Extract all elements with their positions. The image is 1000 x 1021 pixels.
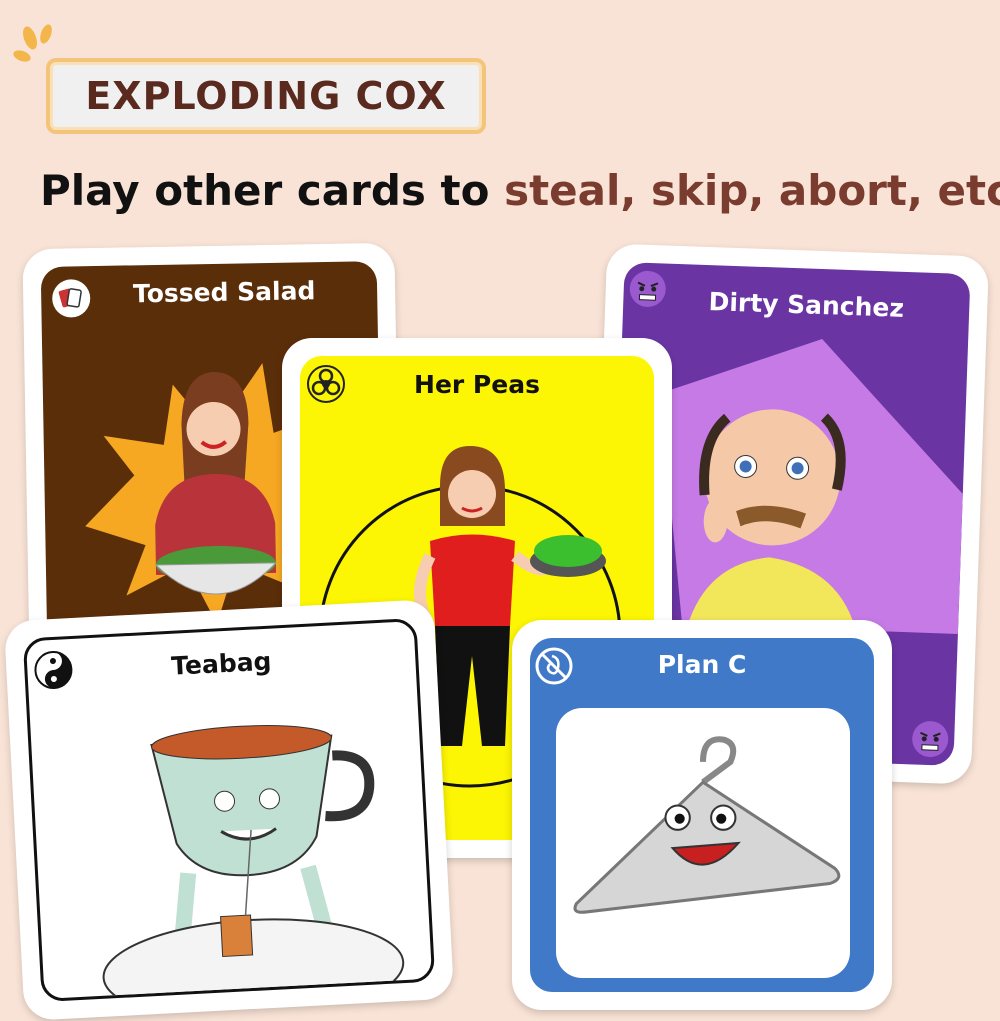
page-headline: Play other cards to steal, skip, abort, … [40, 166, 1000, 215]
card-plan-c: Plan C [512, 620, 892, 1010]
brand-title: EXPLODING COX [85, 74, 447, 118]
teabag-illustration [102, 725, 405, 1003]
card-teabag: Teabag [3, 599, 455, 1021]
card-face: Teabag [22, 617, 436, 1003]
card-title: Teabag [170, 646, 273, 681]
headline-accent: steal, skip, abort, etc. [504, 166, 1000, 215]
card-title: Tossed Salad [132, 276, 316, 309]
card-inner-panel [556, 708, 850, 978]
headline-prefix: Play other cards to [40, 166, 505, 215]
brand-banner: EXPLODING COX [46, 58, 486, 134]
card-title: Plan C [657, 650, 747, 679]
card-title: Dirty Sanchez [708, 287, 905, 323]
card-title: Her Peas [414, 370, 540, 399]
card-face: Plan C [530, 638, 874, 992]
angry-face-icon [912, 721, 949, 758]
hanger-illustration [573, 736, 841, 914]
